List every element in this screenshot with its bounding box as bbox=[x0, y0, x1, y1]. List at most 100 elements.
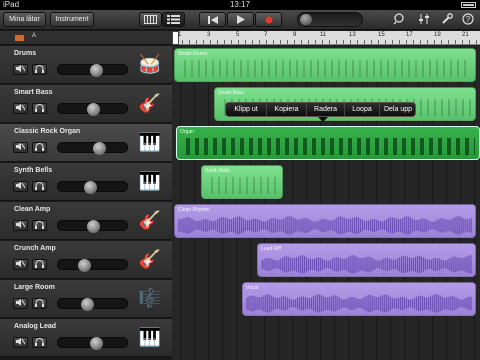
track-header[interactable]: Analog Lead 🎹 bbox=[0, 319, 172, 357]
track-name: Smart Bass bbox=[14, 89, 53, 96]
section-header[interactable]: A bbox=[0, 31, 172, 45]
region-label: Smart Drums bbox=[178, 51, 208, 57]
battery-icon bbox=[461, 2, 476, 8]
ruler-tick bbox=[399, 40, 400, 44]
volume-slider[interactable] bbox=[57, 64, 128, 77]
volume-knob[interactable] bbox=[81, 298, 94, 311]
volume-slider[interactable] bbox=[57, 142, 128, 155]
solo-button[interactable] bbox=[32, 64, 47, 75]
tracks-view-button[interactable] bbox=[162, 12, 185, 27]
help-icon[interactable]: ? bbox=[461, 13, 475, 27]
ruler-tick bbox=[224, 40, 225, 44]
track-header[interactable]: Smart Bass 🎸 bbox=[0, 85, 172, 123]
track-header[interactable]: Clean Amp 🎸 bbox=[0, 202, 172, 240]
track-header[interactable]: Drums 🥁 bbox=[0, 46, 172, 84]
midi-region[interactable]: Organ bbox=[176, 126, 480, 160]
synth-keyboard-icon[interactable]: 🎹 bbox=[134, 167, 166, 195]
volume-knob[interactable] bbox=[84, 181, 97, 194]
timeline-area[interactable]: Smart Drums Smart Bass Organ Synth Bells Cle… bbox=[172, 46, 480, 360]
piano-icon[interactable]: 🎼 bbox=[134, 284, 166, 312]
mute-button[interactable] bbox=[13, 181, 28, 192]
ruler-tick bbox=[336, 40, 337, 44]
volume-knob[interactable] bbox=[87, 103, 100, 116]
solo-button[interactable] bbox=[32, 142, 47, 153]
loop-browser-icon[interactable] bbox=[392, 13, 406, 27]
edit-menu-item[interactable]: Radera bbox=[307, 103, 345, 116]
organ-icon[interactable]: 🎹 bbox=[134, 128, 166, 156]
svg-text:?: ? bbox=[466, 15, 471, 24]
ruler-tick bbox=[455, 40, 456, 44]
ruler-tick bbox=[182, 40, 183, 44]
headphones-icon bbox=[35, 65, 44, 73]
solo-button[interactable] bbox=[32, 298, 47, 309]
audio-region[interactable]: Vocal bbox=[242, 282, 476, 316]
instruments-button[interactable]: Instrument bbox=[50, 12, 94, 27]
mute-button[interactable] bbox=[13, 298, 28, 309]
volume-knob[interactable] bbox=[78, 259, 91, 272]
volume-knob[interactable] bbox=[87, 220, 100, 233]
solo-button[interactable] bbox=[32, 337, 47, 348]
volume-slider[interactable] bbox=[57, 181, 128, 194]
headphones-icon bbox=[35, 182, 44, 190]
edit-menu-item[interactable]: Dela upp bbox=[380, 103, 416, 116]
electric-guitar-icon[interactable]: 🎸 bbox=[134, 206, 166, 234]
ruler-tick bbox=[441, 40, 442, 44]
bass-guitar-icon[interactable]: 🎸 bbox=[134, 89, 166, 117]
playhead-handle[interactable] bbox=[172, 31, 179, 45]
gridline bbox=[180, 46, 181, 360]
volume-slider[interactable] bbox=[57, 259, 128, 272]
position-knob[interactable] bbox=[300, 14, 312, 25]
track-header[interactable]: Classic Rock Organ 🎹 bbox=[0, 124, 172, 162]
audio-region[interactable]: Clean Rhythm bbox=[174, 204, 476, 238]
settings-icon[interactable] bbox=[440, 13, 454, 27]
solo-button[interactable] bbox=[32, 220, 47, 231]
bar-number: 3 bbox=[207, 32, 211, 38]
edit-menu-item[interactable]: Kopiera bbox=[267, 103, 307, 116]
mixer-icon[interactable] bbox=[417, 13, 431, 27]
mute-button[interactable] bbox=[13, 64, 28, 75]
volume-slider[interactable] bbox=[57, 220, 128, 233]
track-header[interactable]: Large Room 🎼 bbox=[0, 280, 172, 318]
bar-number: 9 bbox=[293, 32, 297, 38]
play-button[interactable] bbox=[227, 12, 254, 27]
mute-button[interactable] bbox=[13, 103, 28, 114]
volume-slider[interactable] bbox=[57, 337, 128, 350]
ruler-tick bbox=[210, 40, 211, 44]
edit-menu-item[interactable]: Klipp ut bbox=[226, 103, 267, 116]
electric-guitar-icon[interactable]: 🎸 bbox=[134, 245, 166, 273]
synth-keyboard-icon[interactable]: 🎹 bbox=[134, 323, 166, 351]
bar-number: 19 bbox=[434, 32, 441, 38]
solo-button[interactable] bbox=[32, 259, 47, 270]
mute-button[interactable] bbox=[13, 142, 28, 153]
bar-number: 7 bbox=[264, 32, 268, 38]
keyboard-view-button[interactable] bbox=[139, 12, 162, 27]
track-header[interactable]: Synth Bells 🎹 bbox=[0, 163, 172, 201]
solo-button[interactable] bbox=[32, 181, 47, 192]
volume-knob[interactable] bbox=[90, 64, 103, 77]
volume-knob[interactable] bbox=[90, 337, 103, 350]
headphones-icon bbox=[35, 143, 44, 151]
volume-slider[interactable] bbox=[57, 298, 128, 311]
record-button[interactable] bbox=[255, 12, 282, 27]
midi-region[interactable]: Synth Bells bbox=[201, 165, 283, 199]
song-position-slider[interactable] bbox=[297, 12, 363, 27]
rewind-button[interactable] bbox=[199, 12, 226, 27]
solo-button[interactable] bbox=[32, 103, 47, 114]
my-songs-button[interactable]: Mina låtar bbox=[3, 12, 46, 27]
timeline-ruler[interactable]: 1 3 5 7 9 11 13 15 17 19 21 bbox=[172, 31, 480, 45]
edit-menu-item[interactable]: Loopa bbox=[345, 103, 380, 116]
volume-knob[interactable] bbox=[93, 142, 106, 155]
drum-kit-icon[interactable]: 🥁 bbox=[134, 50, 166, 78]
mute-button[interactable] bbox=[13, 259, 28, 270]
audio-region[interactable]: Lead Riff bbox=[257, 243, 476, 277]
tracks-view-icon bbox=[167, 15, 180, 24]
mute-button[interactable] bbox=[13, 337, 28, 348]
ruler-tick bbox=[378, 40, 379, 44]
volume-slider[interactable] bbox=[57, 103, 128, 116]
midi-region[interactable]: Smart Drums bbox=[174, 48, 476, 82]
rewind-icon bbox=[207, 16, 218, 24]
track-header[interactable]: Crunch Amp 🎸 bbox=[0, 241, 172, 279]
mute-button[interactable] bbox=[13, 220, 28, 231]
ruler-tick bbox=[189, 40, 190, 44]
ruler-tick bbox=[469, 40, 470, 44]
